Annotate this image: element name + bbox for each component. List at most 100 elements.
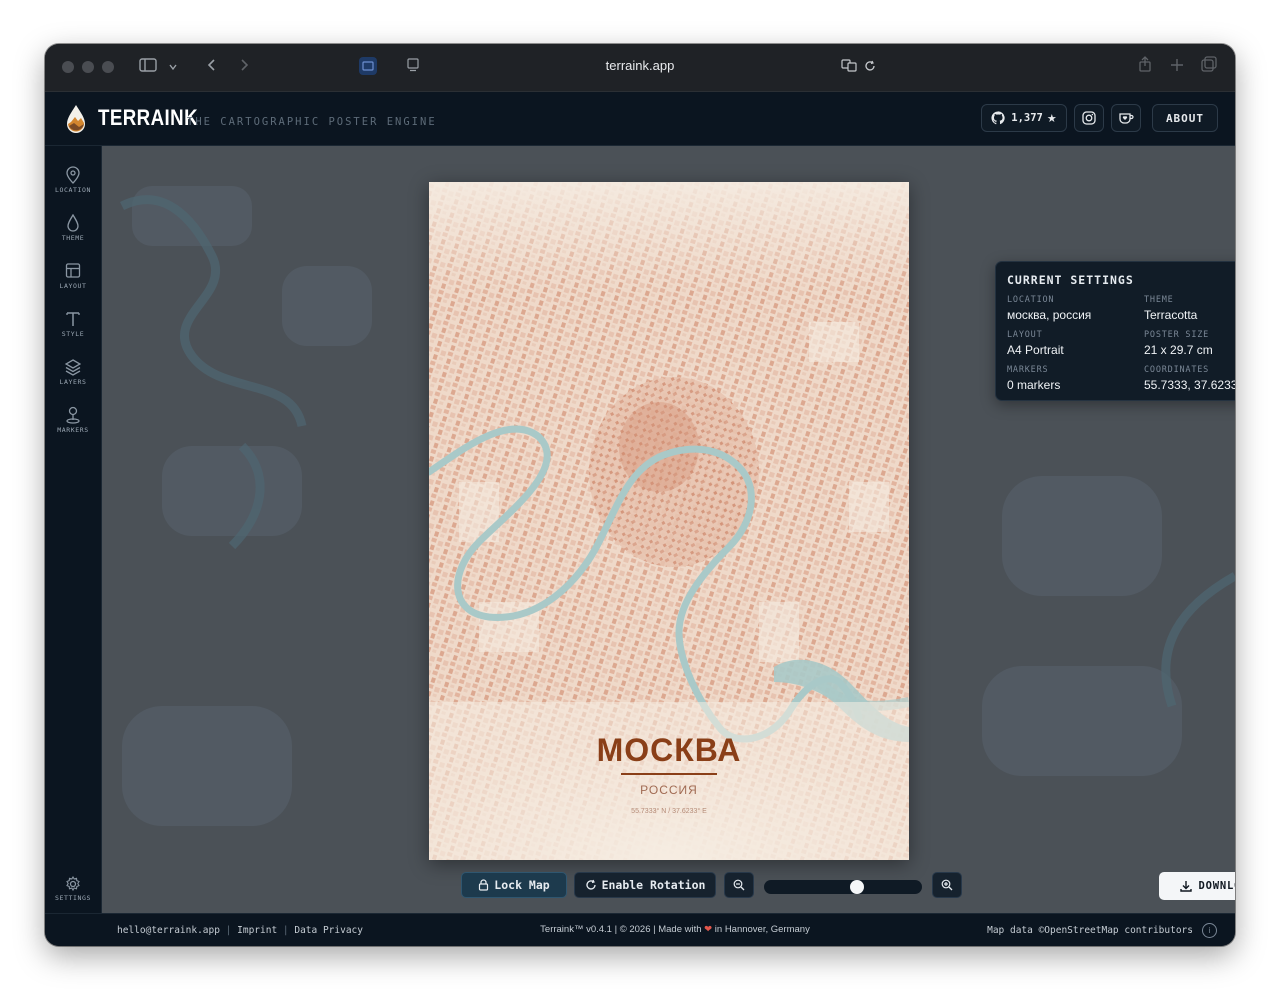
tab-overview-icon[interactable] [1199,56,1219,78]
brand-name[interactable]: TERRAINK [98,105,198,131]
version-text: Terraink™ v0.4.1 | © 2026 | Made with [540,924,702,935]
reload-icon[interactable] [861,56,879,78]
footer-separator: | [219,925,238,936]
coordinates-value: 55.7333, 37.6233 [1144,378,1235,392]
instagram-icon [1082,111,1096,125]
heart-icon: ❤ [704,924,713,935]
support-button[interactable] [1111,104,1141,132]
rotate-icon [585,879,596,890]
map-canvas[interactable]: МОСКВА РОССИЯ 55.7333° N / 37.6233° E CU… [102,146,1235,914]
pin-icon [66,166,80,184]
address-bar[interactable]: terraink.app [565,58,715,73]
zoom-slider[interactable] [764,880,922,894]
footer: hello@terraink.app | Imprint | Data Priv… [45,913,1235,946]
github-icon [991,111,1005,125]
sidebar-item-label: LAYOUT [59,282,87,290]
github-stars-button[interactable]: 1,377 ★ [981,104,1067,132]
lock-map-button[interactable]: Lock Map [461,872,567,898]
sidebar: LOCATION THEME LAYOUT STYLE LAYERS MARKE… [45,146,102,914]
sidebar-item-markers[interactable]: MARKERS [45,402,101,446]
poster-divider [621,773,717,775]
poster-coordinates: 55.7333° N / 37.6233° E [631,808,707,815]
sidebar-item-label: LOCATION [54,186,92,194]
settings-panel-title: CURRENT SETTINGS [1007,273,1134,287]
footer-links: hello@terraink.app | Imprint | Data Priv… [117,925,363,936]
close-window-button[interactable] [62,61,74,73]
github-stars-count: 1,377 [1011,112,1043,124]
sidebar-item-theme[interactable]: THEME [45,210,101,254]
zoom-out-icon [733,879,745,891]
sidebar-item-label: LAYERS [59,378,87,386]
tagline: THE CARTOGRAPHIC POSTER ENGINE [187,116,437,128]
layout-value: A4 Portrait [1007,343,1064,357]
terraink-logo-icon[interactable] [65,104,87,134]
poster-size-value: 21 x 29.7 cm [1144,343,1213,357]
sidebar-item-layers[interactable]: LAYERS [45,354,101,398]
sidebar-item-label: MARKERS [57,426,89,434]
current-settings-panel: CURRENT SETTINGS LOCATION москва, россия… [995,261,1235,401]
lock-map-label: Lock Map [494,878,550,892]
zoom-slider-thumb[interactable] [850,880,865,894]
footer-version: Terraink™ v0.4.1 | © 2026 | Made with ❤ … [515,924,835,935]
enable-rotation-label: Enable Rotation [601,878,706,892]
markers-key: MARKERS [1007,365,1049,375]
privacy-link[interactable]: Data Privacy [294,925,363,936]
sidebar-toggle-icon[interactable] [137,56,159,78]
footer-separator: | [277,925,295,936]
about-button[interactable]: ABOUT [1152,104,1218,132]
sidebar-item-location[interactable]: LOCATION [45,162,101,206]
markers-value: 0 markers [1007,378,1061,392]
gear-icon [66,876,80,892]
imprint-link[interactable]: Imprint [237,925,277,936]
star-icon: ★ [1046,112,1057,125]
browser-toolbar: terraink.app [45,44,1235,92]
map-credit[interactable]: Map data ©OpenStreetMap contributors [987,925,1193,936]
theme-key: THEME [1144,295,1174,305]
new-tab-icon[interactable] [1167,56,1187,78]
poster-preview[interactable]: МОСКВА РОССИЯ 55.7333° N / 37.6233° E [429,182,909,860]
zoom-in-icon [941,879,953,891]
download-icon [1179,881,1192,892]
sidebar-item-label: THEME [61,234,85,242]
forward-icon[interactable] [233,56,255,78]
zoom-out-button[interactable] [724,872,754,898]
minimize-window-button[interactable] [82,61,94,73]
app-header: TERRAINK THE CARTOGRAPHIC POSTER ENGINE … [45,92,1235,146]
sidebar-item-label: STYLE [61,330,85,338]
poster-city-title: МОСКВА [596,732,742,768]
coffee-heart-icon [1119,113,1134,124]
chevron-down-icon[interactable] [165,56,181,78]
layout-icon [65,263,81,278]
back-icon[interactable] [201,56,223,78]
sidebar-item-style[interactable]: STYLE [45,306,101,350]
reader-icon[interactable] [403,56,423,78]
poster-country: РОССИЯ [640,783,698,797]
share-icon[interactable] [1135,56,1155,78]
download-label: DOWNLOAD [1198,880,1236,892]
layers-icon [65,359,81,376]
email-link[interactable]: hello@terraink.app [117,925,220,936]
sidebar-item-settings[interactable]: SETTINGS [45,868,101,914]
zoom-window-button[interactable] [102,61,114,73]
marker-icon [66,406,80,424]
zoom-in-button[interactable] [932,872,962,898]
poster-size-key: POSTER SIZE [1144,330,1210,340]
theme-value: Terracotta [1144,308,1198,322]
browser-window: terraink.app TERRAINK THE CARTOGRAPHIC P… [45,44,1235,946]
location-value: москва, россия [1007,308,1092,322]
extension-icon[interactable] [357,56,379,78]
instagram-button[interactable] [1074,104,1104,132]
coordinates-key: COORDINATES [1144,365,1210,375]
download-button[interactable]: DOWNLOAD [1159,872,1235,900]
translate-icon[interactable] [839,56,859,78]
lock-icon [479,879,489,891]
location-key: LOCATION [1007,295,1055,305]
type-icon [66,312,80,326]
info-icon[interactable]: i [1202,923,1217,938]
sidebar-item-layout[interactable]: LAYOUT [45,258,101,302]
location-text: in Hannover, Germany [714,924,810,935]
droplet-icon [67,214,79,232]
layout-key: LAYOUT [1007,330,1043,340]
settings-label: SETTINGS [54,894,92,902]
enable-rotation-button[interactable]: Enable Rotation [574,872,716,898]
